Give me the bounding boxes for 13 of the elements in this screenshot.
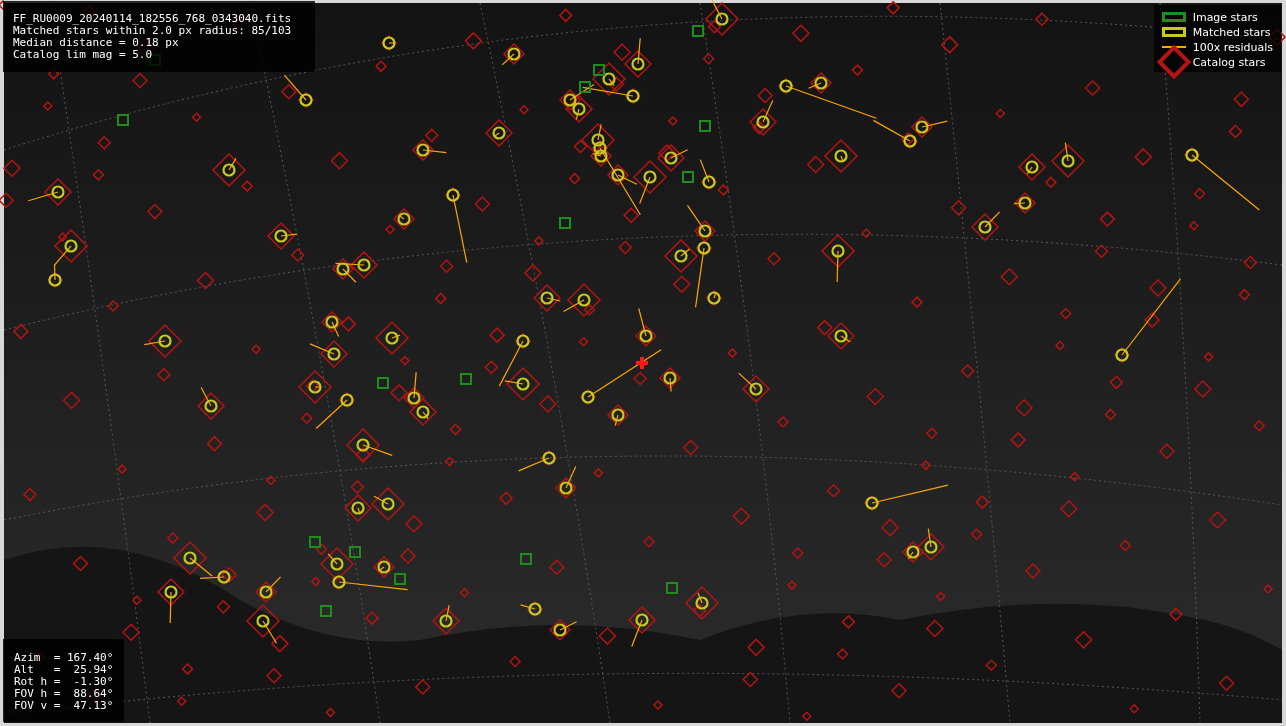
info-text: FF_RU0009_20240114_182556_768_0343040.fits	[13, 13, 293, 25]
pointing-text: FOV v = 47.13°	[14, 700, 114, 712]
legend-label: 100x residuals	[1192, 40, 1273, 54]
info-text: Catalog lim mag = 5.0	[13, 49, 154, 61]
legend-label: Catalog stars	[1192, 55, 1266, 69]
pointing-text: Azim = 167.40°	[14, 652, 114, 664]
pointing-text: FOV h = 88.64°	[14, 688, 114, 700]
info-text: Median distance = 0.18 px	[13, 37, 180, 49]
pointing-text: Rot h = -1.30°	[14, 676, 114, 688]
legend-label: Matched stars	[1192, 25, 1271, 39]
info-text: Matched stars within 2.0 px radius: 85/103	[13, 25, 293, 37]
legend-label: Image stars	[1192, 10, 1258, 24]
pointing-text: Alt = 25.94°	[14, 664, 114, 676]
